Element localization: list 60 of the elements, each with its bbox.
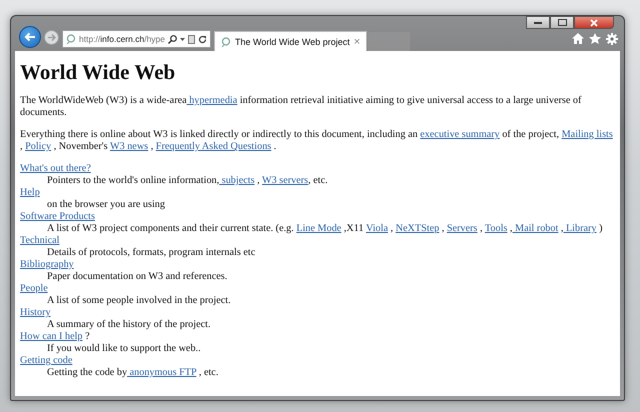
link[interactable]: subjects	[219, 175, 255, 186]
link[interactable]: executive summary	[420, 129, 500, 140]
minimize-icon	[534, 21, 542, 24]
search-icon[interactable]	[168, 34, 178, 44]
settings-icon[interactable]	[606, 33, 618, 45]
back-arrow-icon	[24, 32, 36, 42]
page-icon	[66, 34, 76, 44]
link[interactable]: Line Mode	[296, 223, 342, 234]
maximize-button[interactable]	[550, 16, 574, 29]
description: A summary of the history of the project.	[47, 319, 211, 330]
refresh-icon[interactable]	[198, 34, 208, 44]
link[interactable]: Help	[20, 187, 40, 198]
link[interactable]: Bibliography	[20, 259, 74, 270]
description: A list of some people involved in the project.	[47, 295, 231, 306]
link[interactable]: Getting code	[20, 355, 72, 366]
link[interactable]: anonymous FTP	[127, 367, 196, 378]
page-icon	[221, 36, 232, 46]
paragraph: Everything there is online about W3 is linked directly or indirectly to this document, including an executive summary of the project, Mailing lists , Policy , November's W3 news , Frequently Asked Questions .	[20, 129, 614, 153]
link[interactable]: What's out there?	[20, 163, 91, 174]
link[interactable]: W3 news	[110, 141, 148, 152]
term: How can I help ?	[20, 331, 90, 342]
back-button[interactable]	[19, 26, 41, 48]
link[interactable]: How can I help	[20, 331, 83, 342]
description: Details of protocols, formats, program internals etc	[47, 247, 256, 258]
star-icon[interactable]	[589, 33, 601, 44]
page-heading: World Wide Web	[20, 59, 176, 85]
maximize-icon	[558, 19, 566, 26]
link[interactable]: Viola	[366, 223, 388, 234]
minimize-button[interactable]	[526, 16, 550, 29]
browser-tab[interactable]: The World Wide Web project ×	[214, 31, 368, 51]
document-icon[interactable]	[188, 34, 196, 44]
link[interactable]: Tools	[484, 223, 508, 234]
forward-button[interactable]	[44, 30, 59, 45]
link[interactable]: NeXTStep	[396, 223, 440, 234]
close-icon	[590, 18, 598, 26]
link[interactable]: Mailing lists	[562, 129, 613, 140]
description: Getting the code by anonymous FTP , etc.	[47, 367, 218, 378]
paragraph: The WorldWideWeb (W3) is a wide-area hypermedia information retrieval initiative aiming to give universal access to a large universe of documents.	[20, 95, 582, 119]
link[interactable]: Software Products	[20, 211, 95, 222]
close-button[interactable]	[574, 16, 614, 29]
link[interactable]: Servers	[446, 223, 478, 234]
description: Pointers to the world's online information, subjects , W3 servers, etc.	[47, 175, 328, 186]
link[interactable]: Technical	[20, 235, 60, 246]
dropdown-icon[interactable]	[180, 38, 186, 40]
forward-arrow-icon	[48, 34, 56, 41]
link[interactable]: People	[20, 283, 48, 294]
link[interactable]: Mail robot	[512, 223, 558, 234]
link[interactable]: Frequently Asked Questions	[156, 141, 272, 152]
description: on the browser you are using	[47, 199, 165, 210]
tab-close-button[interactable]: ×	[354, 36, 360, 48]
link[interactable]: Library	[563, 223, 597, 234]
description: If you would like to support the web..	[47, 343, 201, 354]
address-field[interactable]: http://info.cern.ch/hype	[62, 30, 212, 48]
link[interactable]: Policy	[25, 141, 52, 152]
description: Paper documentation on W3 and references.	[47, 271, 228, 282]
home-icon[interactable]	[572, 33, 584, 44]
link[interactable]: History	[20, 307, 51, 318]
link[interactable]: W3 servers	[262, 175, 308, 186]
description: A list of W3 project components and their current state. (e.g. Line Mode ,X11 Viola , NeXTStep , Servers , Tools , Mail robot , Library )	[47, 223, 602, 234]
link[interactable]: hypermedia	[186, 95, 238, 106]
